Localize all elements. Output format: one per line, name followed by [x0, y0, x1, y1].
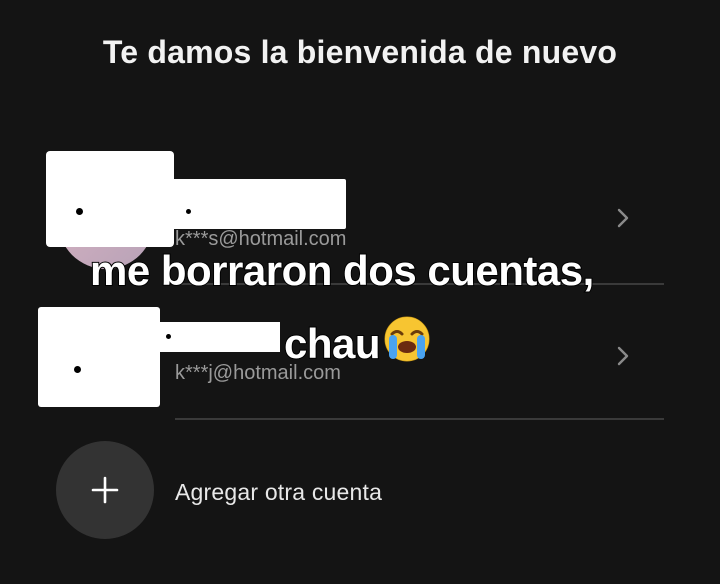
overlay-caption-line-1: me borraron dos cuentas,: [89, 247, 595, 294]
redaction-dot: [76, 208, 83, 215]
redaction-dot: [166, 334, 171, 339]
divider: [175, 418, 664, 420]
loudly-crying-face-icon: [384, 316, 430, 362]
chevron-right-icon: [617, 346, 629, 366]
add-account-label: Agregar otra cuenta: [175, 479, 383, 505]
add-account-circle: [56, 441, 154, 539]
redaction-box: [168, 179, 346, 229]
redaction-dot: [186, 209, 191, 214]
redaction-dot: [74, 366, 81, 373]
redaction-box: [46, 151, 174, 247]
redaction-box: [38, 307, 160, 407]
add-account-button[interactable]: Agregar otra cuenta: [0, 440, 720, 540]
chevron-right-icon: [617, 208, 629, 228]
page-title: Te damos la bienvenida de nuevo: [102, 34, 618, 70]
overlay-caption-line-2: chau: [283, 314, 432, 367]
overlay-caption-text: chau: [283, 320, 382, 367]
plus-icon: [91, 476, 119, 504]
redaction-box: [160, 322, 280, 352]
